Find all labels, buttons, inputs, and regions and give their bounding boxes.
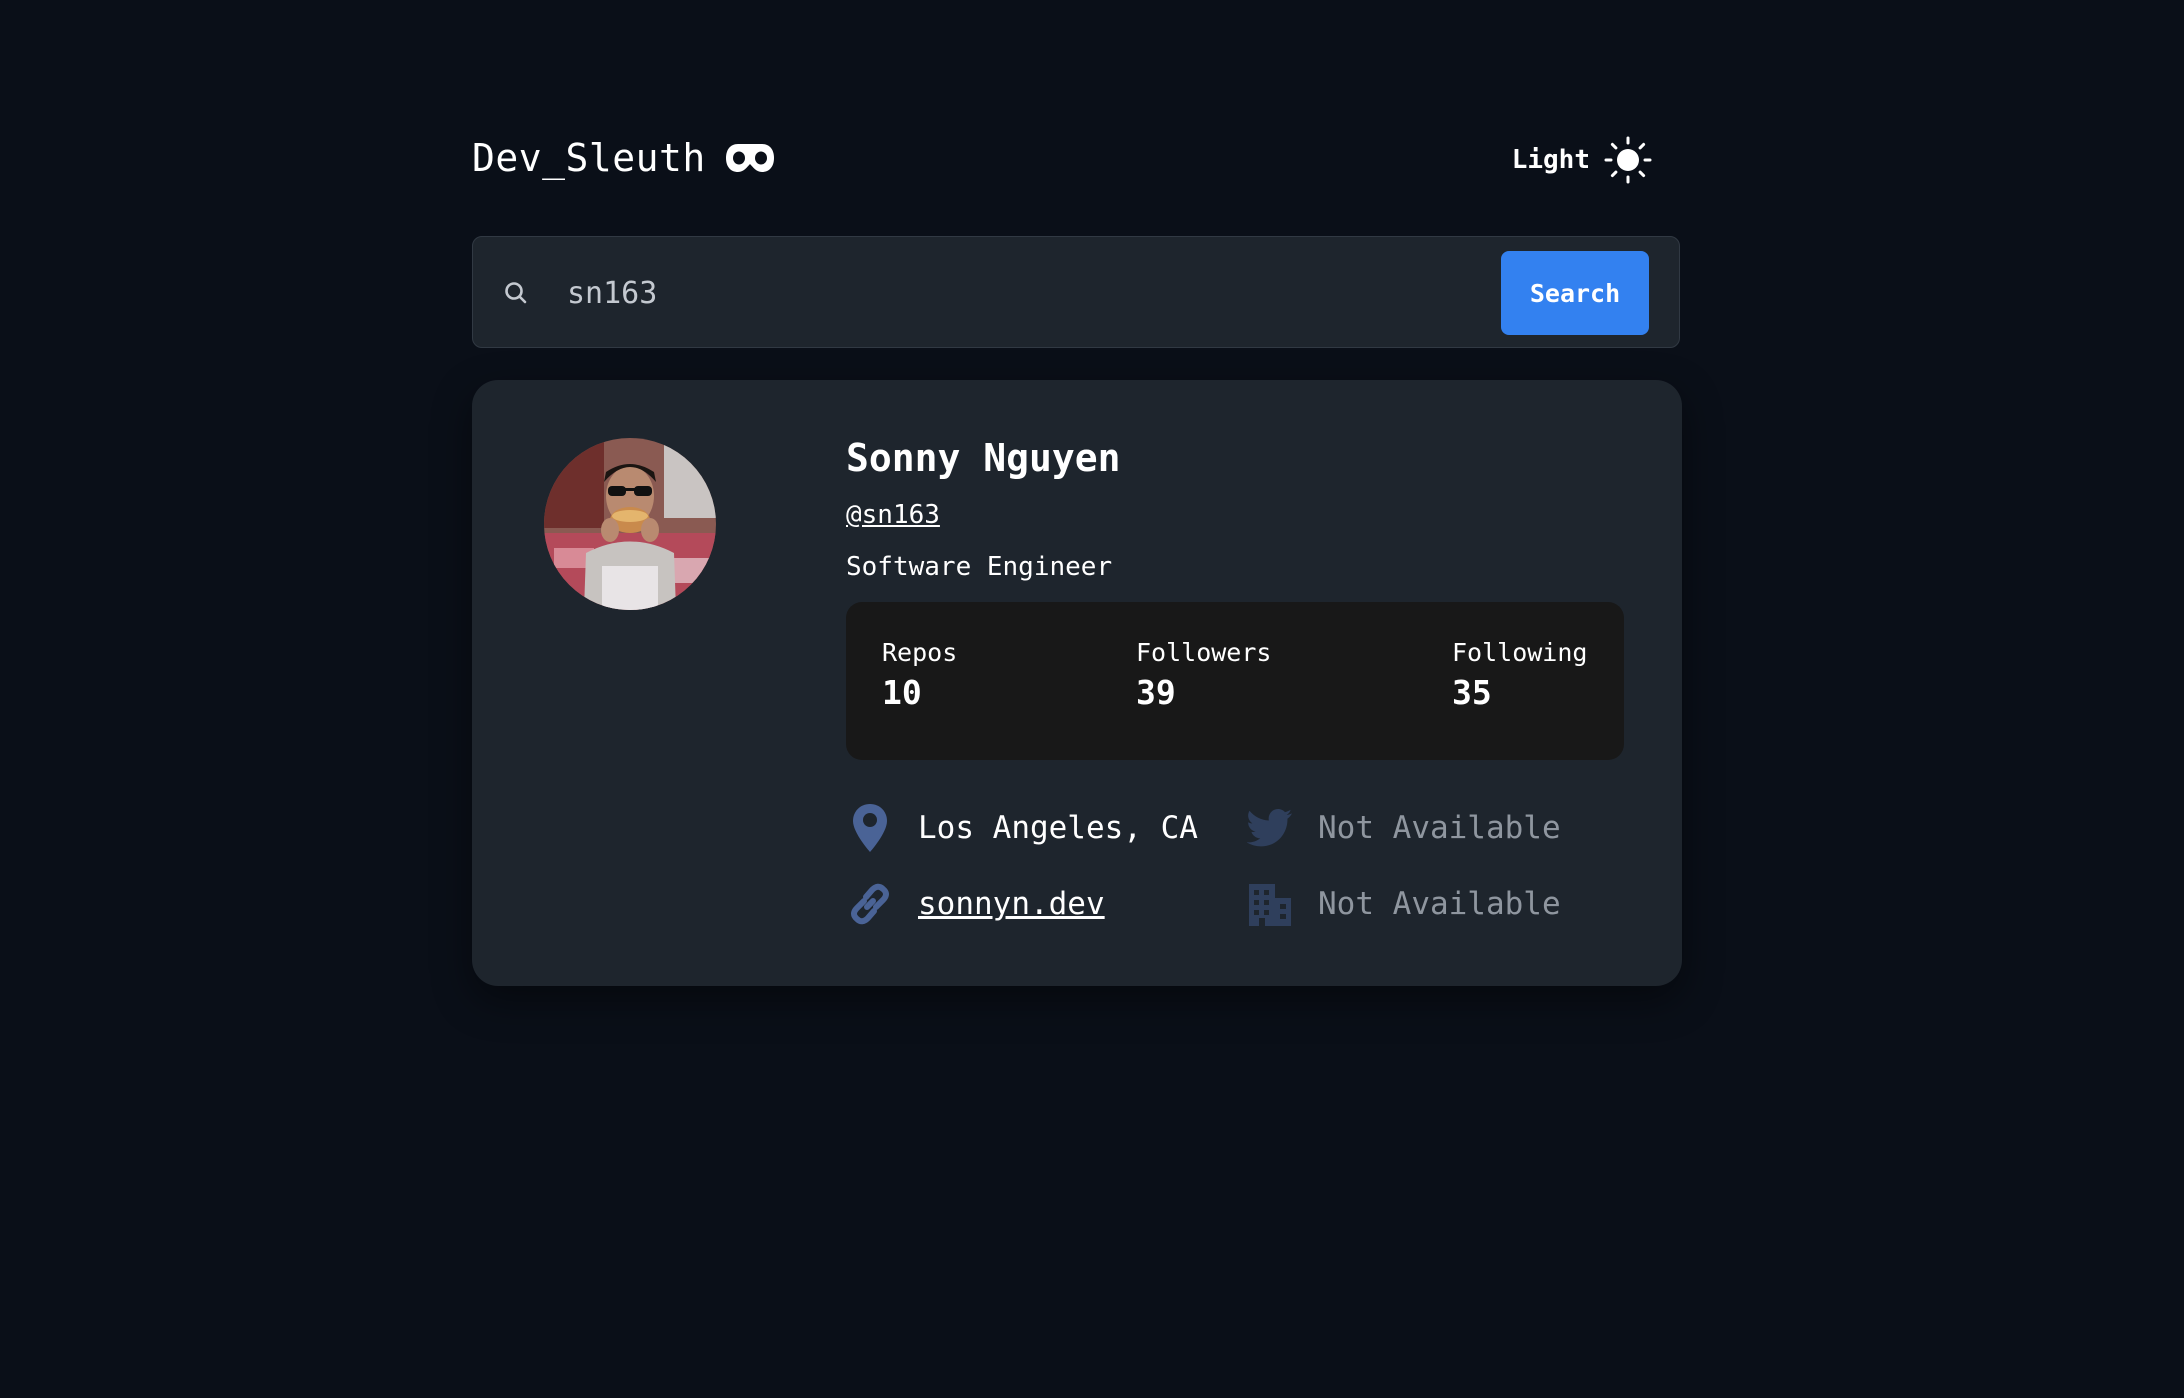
profile-links: Los Angeles, CA Not Available sonnyn.dev…: [846, 800, 1626, 940]
company-item: Not Available: [1246, 876, 1561, 932]
theme-toggle[interactable]: Light: [1512, 136, 1652, 184]
twitter-text: Not Available: [1318, 810, 1561, 846]
profile-login-link[interactable]: @sn163: [846, 500, 940, 530]
app: Dev_Sleuth Light sn163 Search Sonny Nguy…: [472, 136, 1682, 986]
search-icon: [505, 282, 527, 304]
twitter-icon: [1246, 802, 1294, 854]
stat-value: 10: [882, 673, 922, 712]
twitter-item: Not Available: [1246, 800, 1561, 856]
blog-link[interactable]: sonnyn.dev: [918, 886, 1105, 922]
stat-label: Followers: [1136, 638, 1272, 667]
location-pin-icon: [846, 802, 894, 854]
stat-followers: Followers 39: [1136, 638, 1271, 712]
header: Dev_Sleuth Light: [472, 136, 1682, 190]
stat-label: Repos: [882, 638, 958, 667]
stat-following: Following 35: [1452, 638, 1587, 712]
profile-bio: Software Engineer: [846, 552, 1113, 582]
theme-label: Light: [1511, 145, 1590, 175]
stat-repos: Repos 10: [882, 638, 957, 712]
stats-panel: Repos 10 Followers 39 Following 35: [846, 602, 1624, 760]
location-text: Los Angeles, CA: [918, 810, 1198, 846]
stat-label: Following: [1452, 638, 1588, 667]
avatar: [544, 438, 716, 610]
logo[interactable]: Dev_Sleuth: [472, 136, 774, 180]
stat-value: 35: [1452, 673, 1492, 712]
stat-value: 39: [1136, 673, 1176, 712]
link-icon: [846, 878, 894, 930]
building-icon: [1246, 878, 1294, 930]
sun-icon: [1604, 136, 1652, 184]
mask-icon: [725, 144, 774, 172]
profile-name: Sonny Nguyen: [846, 436, 1121, 480]
profile-card: Sonny Nguyen @sn163 Software Engineer Re…: [472, 380, 1682, 986]
blog-item: sonnyn.dev: [846, 876, 1105, 932]
company-text: Not Available: [1318, 886, 1561, 922]
search-bar: Search: [472, 236, 1680, 348]
search-input[interactable]: [565, 265, 1469, 321]
location-item: Los Angeles, CA: [846, 800, 1198, 856]
logo-text: Dev_Sleuth: [472, 136, 706, 180]
search-button[interactable]: Search: [1501, 251, 1649, 335]
